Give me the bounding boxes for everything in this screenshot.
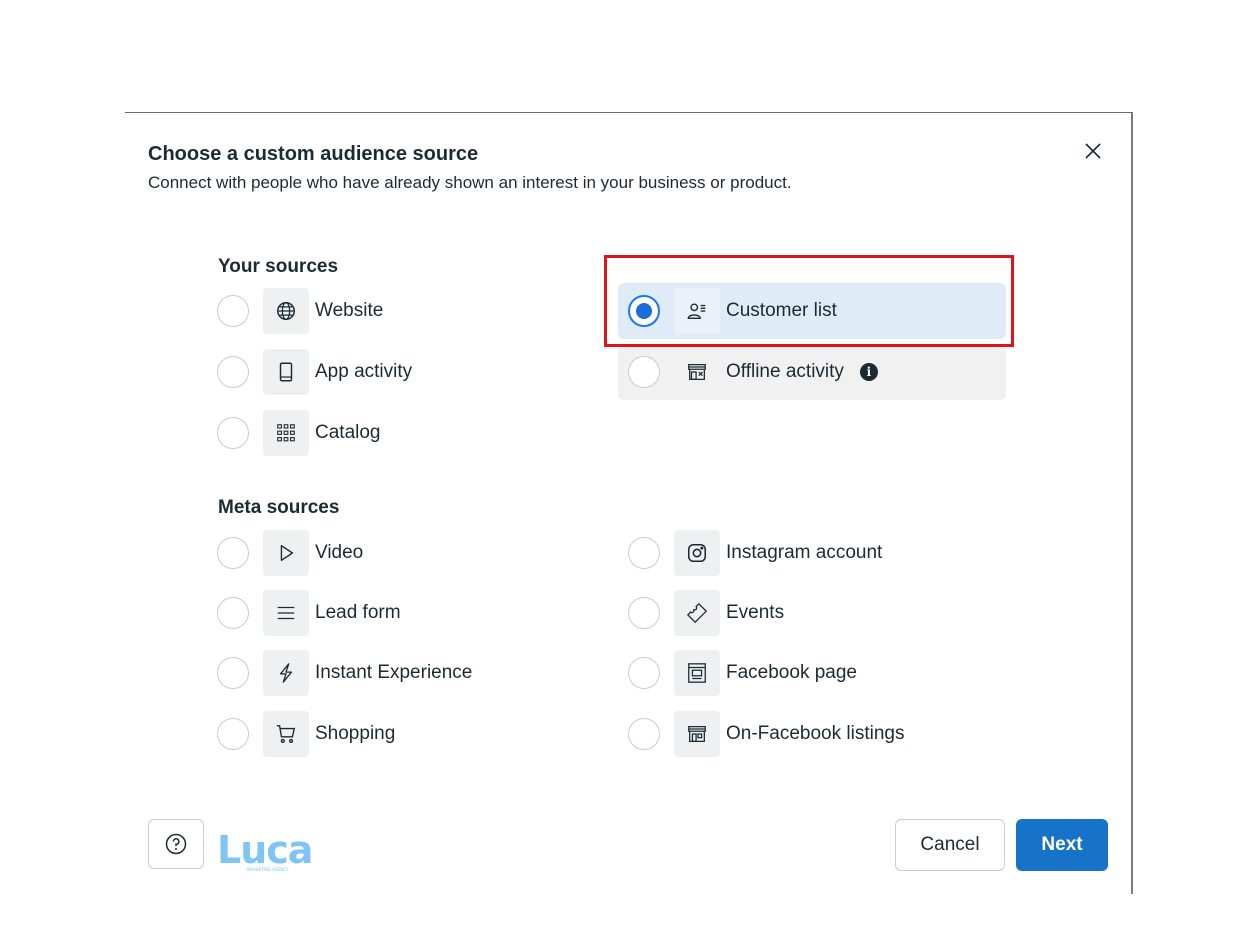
help-button[interactable] (148, 819, 204, 869)
globe-icon (263, 288, 309, 334)
option-label: Shopping (315, 723, 396, 744)
shop-icon (674, 711, 720, 757)
play-icon (263, 530, 309, 576)
meta-sources-heading: Meta sources (218, 497, 340, 518)
option-label: Offline activity (726, 361, 844, 382)
radio-button[interactable] (628, 537, 660, 569)
customer-list-icon (674, 288, 720, 334)
option-label: Instagram account (726, 542, 883, 563)
radio-button[interactable] (217, 295, 249, 327)
radio-button[interactable] (217, 657, 249, 689)
option-events[interactable]: Events (618, 585, 1006, 641)
cart-icon (263, 711, 309, 757)
option-lead-form[interactable]: Lead form (207, 585, 595, 641)
info-icon[interactable]: i (859, 363, 878, 381)
your-sources-heading: Your sources (218, 256, 339, 277)
option-label: On-Facebook listings (726, 723, 905, 744)
option-customer-list[interactable]: Customer list (618, 283, 1006, 339)
store-icon (674, 349, 720, 395)
radio-button[interactable] (217, 417, 249, 449)
option-label: Website (315, 300, 384, 321)
close-icon[interactable] (1081, 139, 1105, 163)
svg-text:MARKETING AGENCY: MARKETING AGENCY (247, 867, 289, 872)
instagram-icon (674, 530, 720, 576)
radio-button[interactable] (217, 537, 249, 569)
option-shopping[interactable]: Shopping (207, 706, 595, 762)
option-label: App activity (315, 361, 413, 382)
mobile-device-icon (263, 349, 309, 395)
custom-audience-dialog: Choose a custom audience source Connect … (125, 112, 1133, 894)
option-label: Facebook page (726, 662, 857, 683)
radio-button[interactable] (628, 718, 660, 750)
radio-button[interactable] (628, 356, 660, 388)
page-icon (674, 650, 720, 696)
next-button[interactable]: Next (1016, 819, 1108, 871)
option-website[interactable]: Website (207, 283, 595, 339)
option-instant-experience[interactable]: Instant Experience (207, 645, 595, 701)
option-label: Events (726, 602, 785, 623)
dialog-title: Choose a custom audience source (148, 143, 479, 165)
radio-button[interactable] (217, 356, 249, 388)
ticket-icon (674, 590, 720, 636)
luca-logo: Luca MARKETING AGENCY (217, 828, 317, 873)
catalog-grid-icon (263, 410, 309, 456)
radio-button[interactable] (628, 597, 660, 629)
option-on-facebook-listings[interactable]: On-Facebook listings (618, 706, 1006, 762)
option-label: Video (315, 542, 364, 563)
cancel-button[interactable]: Cancel (895, 819, 1005, 871)
radio-button[interactable] (628, 657, 660, 689)
option-facebook-page[interactable]: Facebook page (618, 645, 1006, 701)
help-icon (165, 833, 187, 855)
dialog-subtitle: Connect with people who have already sho… (148, 173, 792, 192)
radio-button[interactable] (217, 718, 249, 750)
lines-icon (263, 590, 309, 636)
option-label: Lead form (315, 602, 401, 623)
option-offline-activity[interactable]: Offline activity i (618, 344, 1006, 400)
option-label: Catalog (315, 422, 381, 443)
radio-button-selected[interactable] (628, 295, 660, 327)
option-instagram-account[interactable]: Instagram account (618, 525, 1006, 581)
radio-button[interactable] (217, 597, 249, 629)
option-app-activity[interactable]: App activity (207, 344, 595, 400)
option-video[interactable]: Video (207, 525, 595, 581)
svg-text:Luca: Luca (217, 829, 312, 872)
option-label: Instant Experience (315, 662, 473, 683)
option-catalog[interactable]: Catalog (207, 405, 595, 461)
lightning-icon (263, 650, 309, 696)
option-label: Customer list (726, 300, 837, 321)
